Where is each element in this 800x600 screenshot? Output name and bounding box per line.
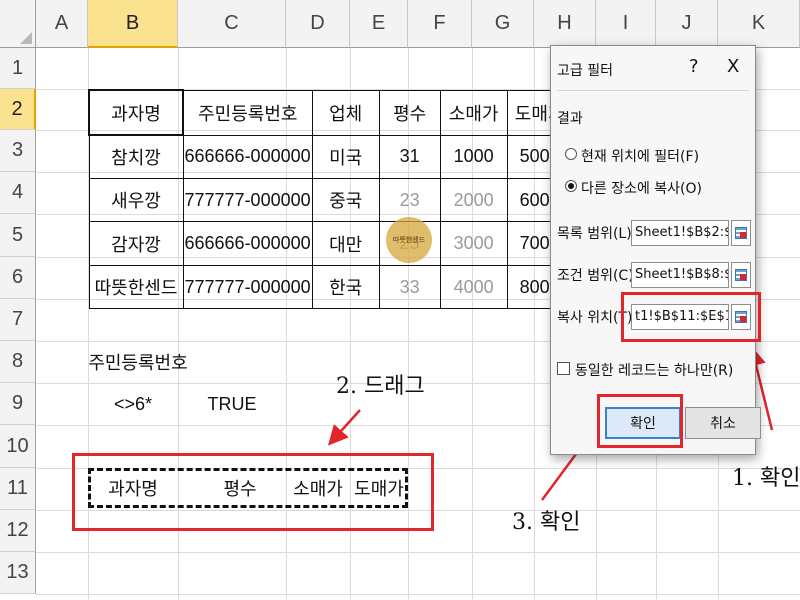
- radio-filter-in-place[interactable]: [565, 148, 577, 160]
- dialog-title: 고급 필터: [557, 63, 613, 79]
- list-range-input[interactable]: Sheet1!$B$2:$G$6: [631, 220, 729, 246]
- unique-records-checkbox[interactable]: [557, 362, 570, 375]
- unique-records-label[interactable]: 동일한 레코드는 하나만(R): [575, 360, 733, 380]
- list-range-collapse-button[interactable]: [731, 220, 751, 246]
- radio-filter-in-place-label[interactable]: 현재 위치에 필터(F): [581, 146, 699, 166]
- radio-copy-to-location[interactable]: [565, 180, 577, 192]
- radio-copy-to-location-label[interactable]: 다른 장소에 복사(O): [581, 178, 702, 198]
- ok-highlight-box: [597, 394, 683, 448]
- result-section-label: 결과: [557, 111, 583, 127]
- title-separator: [557, 90, 749, 91]
- cancel-button[interactable]: 취소: [685, 407, 761, 439]
- criteria-range-label: 조건 범위(C):: [557, 268, 639, 284]
- copy-to-highlight-box: [621, 292, 761, 342]
- criteria-range-input[interactable]: Sheet1!$B$8:$C$9: [631, 262, 729, 288]
- arrow-drag: [327, 409, 361, 446]
- help-button[interactable]: ?: [689, 56, 699, 77]
- close-button[interactable]: X: [727, 56, 739, 77]
- list-range-label: 목록 범위(L):: [557, 226, 637, 242]
- criteria-range-collapse-button[interactable]: [731, 262, 751, 288]
